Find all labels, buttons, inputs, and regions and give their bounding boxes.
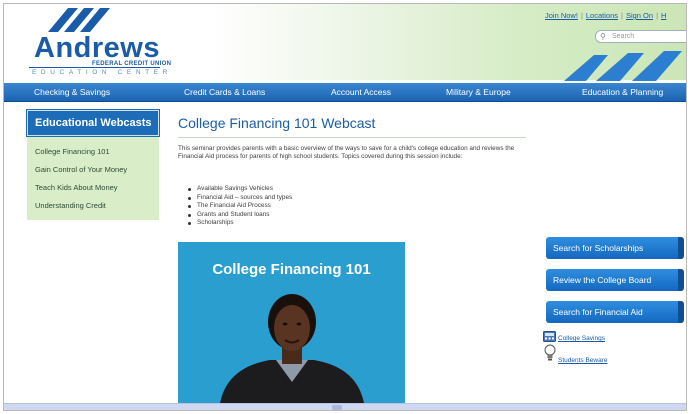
sidebar-title: Educational Webcasts <box>26 109 160 137</box>
sidebar-item-college-financing[interactable]: College Financing 101 <box>35 147 110 156</box>
sidebar-item-understanding-credit[interactable]: Understanding Credit <box>35 201 106 210</box>
nav-checking-savings[interactable]: Checking & Savings <box>34 87 110 97</box>
list-item: Financial Aid – sources and types <box>188 194 292 203</box>
list-item: The Financial Aid Process <box>188 202 292 211</box>
webcast-video-player[interactable]: College Financing 101 <box>178 242 405 403</box>
search-financial-aid-button[interactable]: Search for Financial Aid <box>546 301 684 323</box>
search-placeholder: Search <box>612 33 635 40</box>
college-savings-link[interactable]: College Savings <box>558 335 605 342</box>
calculator-icon <box>543 331 556 342</box>
horizontal-scrollbar[interactable] <box>4 403 686 410</box>
browser-page: Andrews FEDERAL CREDIT UNION EDUCATION C… <box>3 3 687 411</box>
page-title: College Financing 101 Webcast <box>178 115 376 131</box>
list-item: Available Savings Vehicles <box>188 185 292 194</box>
sidebar-item-gain-control[interactable]: Gain Control of Your Money <box>35 165 127 174</box>
list-item: Grants and Student loans <box>188 211 292 220</box>
webcast-sidebar: Educational Webcasts College Financing 1… <box>26 109 160 220</box>
main-nav: Checking & Savings Credit Cards & Loans … <box>4 83 686 102</box>
sidebar-item-teach-kids[interactable]: Teach Kids About Money <box>35 183 118 192</box>
logo-slash-marks-icon <box>48 8 110 32</box>
logo-tagline: EDUCATION CENTER <box>32 69 172 76</box>
intro-paragraph: This seminar provides parents with a bas… <box>178 145 515 160</box>
review-college-board-button[interactable]: Review the College Board <box>546 269 684 291</box>
search-scholarships-button[interactable]: Search for Scholarships <box>546 237 684 259</box>
join-now-link[interactable]: Join Now! <box>545 11 578 20</box>
topics-list: Available Savings Vehicles Financial Aid… <box>188 185 292 228</box>
presenter-image <box>220 294 364 403</box>
scrollbar-thumb[interactable] <box>332 405 342 410</box>
nav-account-access[interactable]: Account Access <box>331 87 391 97</box>
nav-education-planning[interactable]: Education & Planning <box>582 87 663 97</box>
site-header: Andrews FEDERAL CREDIT UNION EDUCATION C… <box>4 4 686 81</box>
home-link[interactable]: H <box>661 11 666 20</box>
students-beware-link[interactable]: Students Beware <box>558 357 608 364</box>
lightbulb-icon <box>544 344 556 361</box>
header-swoosh-graphic <box>564 51 682 81</box>
locations-link[interactable]: Locations <box>586 11 618 20</box>
sign-on-link[interactable]: Sign On <box>626 11 653 20</box>
list-item: Scholarships <box>188 219 292 228</box>
utility-links: Join Now! | Locations | Sign On | H <box>545 11 667 20</box>
title-divider <box>178 137 526 138</box>
nav-military-europe[interactable]: Military & Europe <box>446 87 511 97</box>
search-input[interactable]: ⚲ Search <box>595 30 686 43</box>
search-icon: ⚲ <box>600 32 606 41</box>
nav-credit-cards-loans[interactable]: Credit Cards & Loans <box>184 87 265 97</box>
logo-divider <box>29 67 160 68</box>
